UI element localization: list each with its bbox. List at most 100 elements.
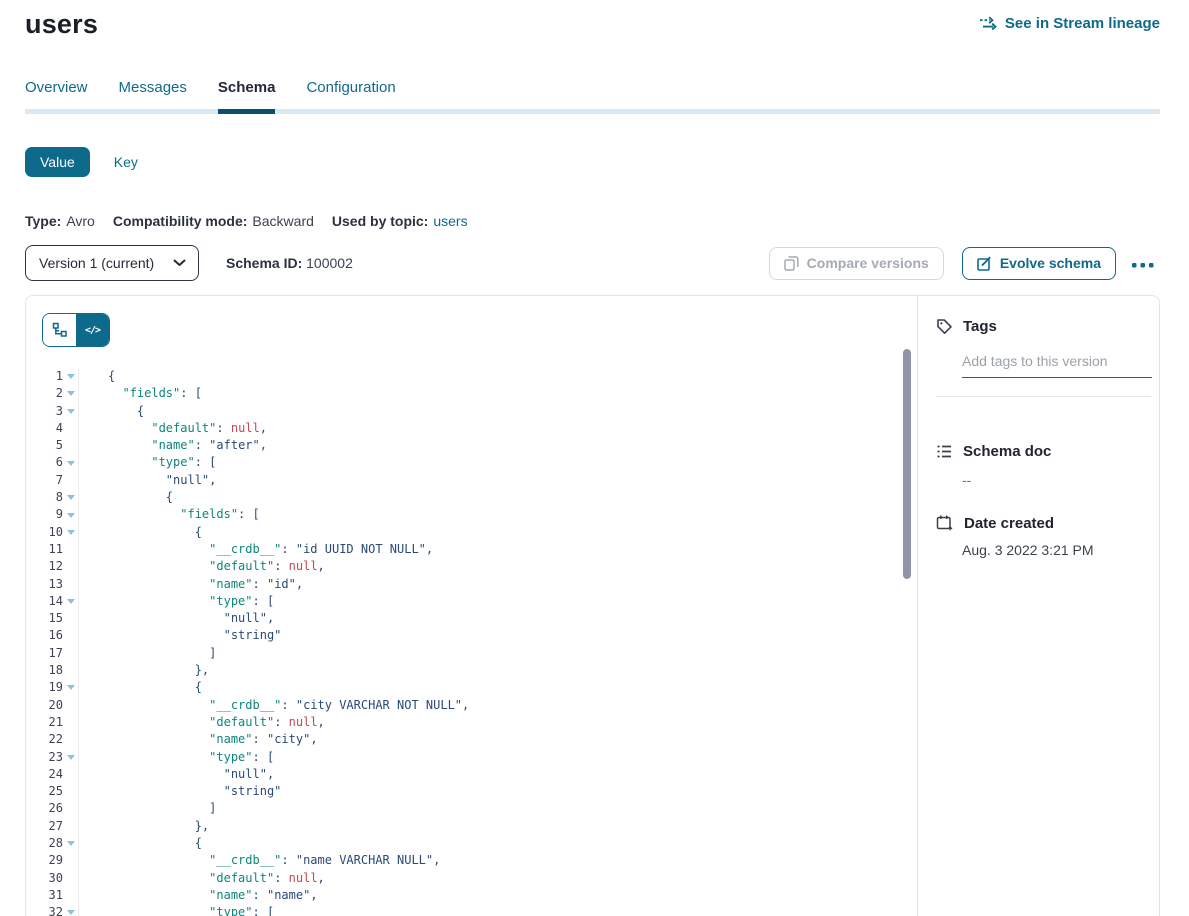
tab-messages[interactable]: Messages (119, 79, 187, 109)
stream-lineage-link[interactable]: See in Stream lineage (979, 15, 1160, 32)
key-toggle-link[interactable]: Key (114, 154, 138, 170)
gutter-row: 16 (26, 627, 78, 644)
fold-toggle-icon[interactable] (63, 685, 78, 690)
line-number: 31 (26, 887, 63, 904)
tab-overview[interactable]: Overview (25, 79, 88, 109)
line-number: 6 (26, 454, 63, 471)
schema-card: </> 123456789101112131415161718192021222… (25, 295, 1160, 916)
view-mode-toggle: </> (42, 313, 110, 347)
code-line: ] (108, 645, 469, 662)
code-line: "string" (108, 783, 469, 800)
version-select[interactable]: Version 1 (current) (25, 245, 199, 281)
tree-view-toggle[interactable] (43, 314, 76, 346)
date-created-section: Date created Aug. 3 2022 3:21 PM (936, 514, 1151, 558)
gutter-row: 30 (26, 870, 78, 887)
value-toggle-button[interactable]: Value (25, 147, 90, 177)
tab-configuration[interactable]: Configuration (306, 79, 395, 109)
code-line: { (108, 403, 469, 420)
evolve-schema-label: Evolve schema (1000, 255, 1101, 271)
fold-toggle-icon[interactable] (63, 530, 78, 535)
gutter-row: 2 (26, 385, 78, 402)
code-line: "fields": [ (108, 506, 469, 523)
fold-toggle-icon[interactable] (63, 495, 78, 500)
doc-list-icon (936, 443, 953, 460)
line-number: 23 (26, 749, 63, 766)
code-line: "name": "city", (108, 731, 469, 748)
gutter-row: 7 (26, 472, 78, 489)
line-number: 12 (26, 558, 63, 575)
tags-input[interactable] (962, 353, 1152, 378)
line-number: 14 (26, 593, 63, 610)
version-toolbar: Version 1 (current) Schema ID: 100002 Co… (25, 245, 1160, 281)
compare-versions-label: Compare versions (807, 255, 929, 271)
schema-sidebar: Tags Schema doc -- (917, 296, 1159, 916)
compatibility-group: Compatibility mode:Backward (113, 213, 314, 229)
line-number: 10 (26, 524, 63, 541)
code-line: "__crdb__": "id UUID NOT NULL", (108, 541, 469, 558)
gutter-row: 4 (26, 420, 78, 437)
line-number: 8 (26, 489, 63, 506)
gutter-row: 20 (26, 697, 78, 714)
gutter-row: 11 (26, 541, 78, 558)
more-options-button[interactable] (1126, 252, 1160, 275)
schema-page: users See in Stream lineage Overview Mes… (0, 0, 1189, 916)
evolve-schema-button[interactable]: Evolve schema (962, 247, 1116, 280)
schema-id-label: Schema ID: (226, 255, 302, 271)
gutter-row: 10 (26, 524, 78, 541)
line-number: 21 (26, 714, 63, 731)
gutter-row: 32 (26, 904, 78, 916)
fold-toggle-icon[interactable] (63, 755, 78, 760)
code-line: "name": "id", (108, 576, 469, 593)
gutter-row: 9 (26, 506, 78, 523)
line-number: 4 (26, 420, 63, 437)
gutter-row: 19 (26, 679, 78, 696)
schema-doc-section: Schema doc -- (936, 443, 1151, 488)
topic-link[interactable]: users (433, 213, 467, 229)
sidebar-divider (936, 396, 1151, 397)
gutter-row: 21 (26, 714, 78, 731)
line-number: 19 (26, 679, 63, 696)
fold-toggle-icon[interactable] (63, 513, 78, 518)
schema-id: Schema ID: 100002 (226, 255, 353, 271)
vertical-scrollbar-thumb[interactable] (903, 349, 911, 579)
type-value: Avro (66, 213, 95, 229)
line-number: 5 (26, 437, 63, 454)
code-view-toggle[interactable]: </> (76, 314, 109, 346)
compare-versions-button[interactable]: Compare versions (769, 247, 944, 280)
code-line: "type": [ (108, 454, 469, 471)
fold-toggle-icon[interactable] (63, 461, 78, 466)
code-line: "default": null, (108, 420, 469, 437)
code-line: "__crdb__": "name VARCHAR NULL", (108, 852, 469, 869)
fold-toggle-icon[interactable] (63, 374, 78, 379)
fold-toggle-icon[interactable] (63, 409, 78, 414)
line-number: 18 (26, 662, 63, 679)
fold-toggle-icon[interactable] (63, 910, 78, 915)
code-line: "default": null, (108, 714, 469, 731)
compatibility-value: Backward (252, 213, 313, 229)
tags-section-header: Tags (936, 318, 1151, 335)
gutter-row: 3 (26, 403, 78, 420)
ellipsis-icon (1132, 262, 1154, 268)
line-number: 20 (26, 697, 63, 714)
code-line: }, (108, 662, 469, 679)
fold-toggle-icon[interactable] (63, 841, 78, 846)
tab-schema[interactable]: Schema (218, 79, 276, 109)
line-number: 22 (26, 731, 63, 748)
tab-bar: Overview Messages Schema Configuration (25, 79, 1160, 114)
code-line: "fields": [ (108, 385, 469, 402)
schema-id-value: 100002 (306, 255, 353, 271)
fold-toggle-icon[interactable] (63, 599, 78, 604)
code-viewer: 1234567891011121314151617181920212223242… (26, 368, 917, 916)
line-number: 15 (26, 610, 63, 627)
gutter-row: 24 (26, 766, 78, 783)
fold-toggle-icon[interactable] (63, 391, 78, 396)
code-line: "string" (108, 627, 469, 644)
gutter-row: 13 (26, 576, 78, 593)
type-label: Type: (25, 213, 61, 229)
code-line: { (108, 489, 469, 506)
code-icon: </> (85, 325, 100, 336)
line-number: 11 (26, 541, 63, 558)
chevron-down-icon (173, 259, 186, 267)
code-lines: { "fields": [ { "default": null, "name":… (79, 368, 469, 916)
line-number: 3 (26, 403, 63, 420)
